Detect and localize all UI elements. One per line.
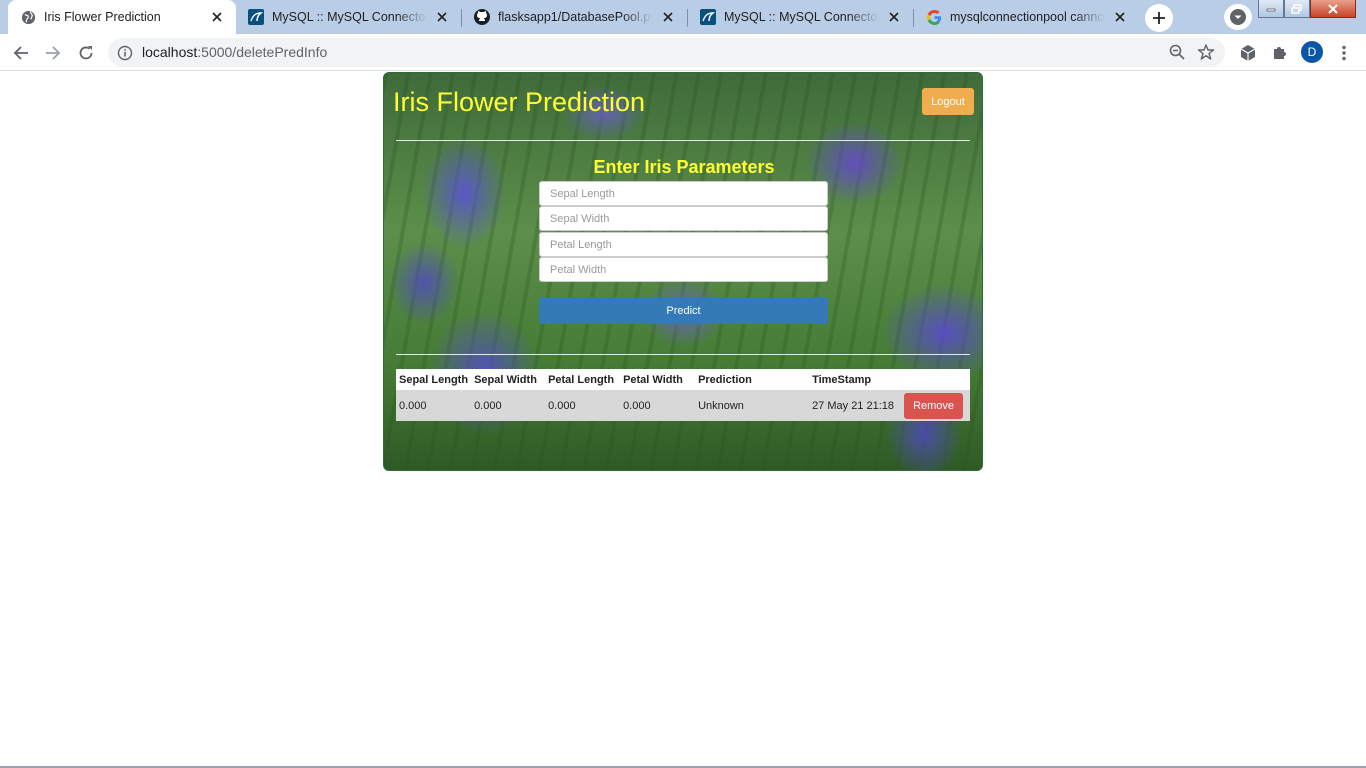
prediction-history-table: Sepal Length Sepal Width Petal Length Pe… <box>396 369 970 421</box>
back-button[interactable] <box>7 39 35 67</box>
remove-button[interactable]: Remove <box>904 392 964 419</box>
predict-button[interactable]: Predict <box>539 297 828 324</box>
forward-button[interactable] <box>39 39 67 67</box>
column-header-timestamp: TimeStamp <box>812 373 872 386</box>
divider <box>396 140 970 141</box>
extension-cube-button[interactable] <box>1237 42 1259 64</box>
table-row: 0.000 0.000 0.000 0.000 Unknown 27 May 2… <box>396 390 970 421</box>
app-title: Iris Flower Prediction <box>393 87 646 117</box>
cell-sepal-length: 0.000 <box>399 399 427 412</box>
table-header-row: Sepal Length Sepal Width Petal Length Pe… <box>396 369 970 390</box>
divider <box>396 354 970 355</box>
site-info-icon[interactable] <box>116 44 133 61</box>
url-path: :5000/deletePredInfo <box>197 44 328 60</box>
window-controls <box>1258 0 1356 20</box>
mysql-icon <box>700 9 716 25</box>
tab-title: MySQL :: MySQL Connector/Python <box>724 10 879 24</box>
tab-title: MySQL :: MySQL Connector/Python <box>272 10 427 24</box>
sepal-width-input[interactable] <box>539 206 828 231</box>
column-header-sepal-width: Sepal Width <box>474 373 537 386</box>
cell-prediction: Unknown <box>698 399 744 412</box>
sepal-length-input[interactable] <box>539 181 828 206</box>
close-icon <box>1328 3 1338 14</box>
cell-action: Remove <box>901 390 970 421</box>
tab-search-button[interactable] <box>1224 4 1252 30</box>
cube-icon <box>1240 45 1256 61</box>
url-host: localhost <box>142 44 198 60</box>
close-tab-icon[interactable] <box>885 8 903 26</box>
forward-arrow-icon <box>46 46 61 60</box>
page-content: Iris Flower Prediction Logout Enter Iris… <box>0 72 1366 766</box>
close-tab-icon[interactable] <box>208 8 226 26</box>
tab-iris-flower-prediction[interactable]: Iris Flower Prediction <box>8 0 236 34</box>
chevron-down-icon <box>1230 9 1246 25</box>
column-header-petal-width: Petal Width <box>623 373 683 386</box>
browser-toolbar: localhost:5000/deletePredInfo D <box>0 34 1366 71</box>
cell-petal-length: 0.000 <box>548 399 576 412</box>
restore-button[interactable] <box>1284 0 1310 18</box>
bookmark-star-icon[interactable] <box>1197 43 1215 66</box>
tab-title: flasksapp1/DatabasePool.py at <box>498 10 653 24</box>
github-icon <box>474 9 490 25</box>
profile-avatar[interactable]: D <box>1301 41 1323 63</box>
close-tab-icon[interactable] <box>1111 8 1129 26</box>
plus-icon <box>1153 12 1165 24</box>
globe-icon <box>20 9 36 25</box>
back-arrow-icon <box>13 46 28 60</box>
form-title: Enter Iris Parameters <box>593 157 775 177</box>
tab-mysql-connector-1[interactable]: MySQL :: MySQL Connector/Python <box>236 0 461 34</box>
close-tab-icon[interactable] <box>659 8 677 26</box>
column-header-sepal-length: Sepal Length <box>399 373 469 386</box>
mysql-icon <box>248 9 264 25</box>
google-icon <box>926 9 942 25</box>
reload-button[interactable] <box>72 39 100 67</box>
close-window-button[interactable] <box>1310 0 1356 18</box>
browser-menu-button[interactable] <box>1333 42 1355 64</box>
tab-title: Iris Flower Prediction <box>44 10 161 24</box>
tab-google-search[interactable]: mysqlconnectionpool cannot <box>914 0 1139 34</box>
zoom-icon[interactable] <box>1169 44 1185 65</box>
tab-strip: Iris Flower Prediction MySQL :: MySQL Co… <box>0 0 1366 34</box>
reload-icon <box>79 46 93 60</box>
close-tab-icon[interactable] <box>433 8 451 26</box>
petal-width-input[interactable] <box>539 257 828 282</box>
minimize-icon <box>1266 8 1276 11</box>
column-header-prediction: Prediction <box>698 373 752 386</box>
url-text: localhost:5000/deletePredInfo <box>142 44 327 60</box>
column-header-petal-length: Petal Length <box>548 373 615 386</box>
restore-icon <box>1291 3 1302 14</box>
tab-github-databasepool[interactable]: flasksapp1/DatabasePool.py at <box>462 0 687 34</box>
minimize-button[interactable] <box>1258 0 1284 18</box>
new-tab-button[interactable] <box>1145 4 1173 32</box>
logout-button[interactable]: Logout <box>922 88 974 115</box>
extensions-button[interactable] <box>1269 42 1291 64</box>
iris-prediction-card: Iris Flower Prediction Logout Enter Iris… <box>383 72 983 471</box>
column-header-action <box>901 369 970 390</box>
petal-length-input[interactable] <box>539 232 828 257</box>
address-bar[interactable]: localhost:5000/deletePredInfo <box>108 38 1225 67</box>
puzzle-icon <box>1274 47 1286 59</box>
tab-mysql-connector-2[interactable]: MySQL :: MySQL Connector/Python <box>688 0 913 34</box>
cell-sepal-width: 0.000 <box>474 399 502 412</box>
tab-title: mysqlconnectionpool cannot <box>950 10 1105 24</box>
more-vert-icon <box>1342 45 1346 61</box>
cell-timestamp: 27 May 21 21:18 <box>812 399 895 412</box>
cell-petal-width: 0.000 <box>623 399 651 412</box>
